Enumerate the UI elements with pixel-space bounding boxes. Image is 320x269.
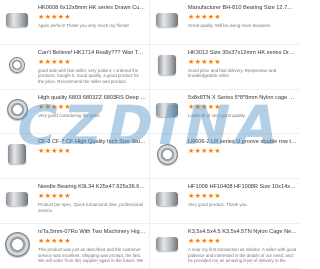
star-rating: ★★★★★ (188, 238, 221, 246)
product-thumbnail[interactable] (153, 141, 181, 167)
review-card[interactable]: 5x8x8TN X Series 5*8*8mm Nylon cage Cyli… (150, 89, 300, 135)
product-title-link[interactable]: Needle Bearing K9L34 K25x47.625x36.65 Lo… (38, 184, 146, 191)
product-title-link[interactable]: HF1008 HF10408 HF1008R Size 10x14x8mm... (188, 184, 297, 191)
review-card[interactable]: Manufacturer BH-810 Bearing Size 12.7...… (150, 0, 300, 45)
star-rating: ★★★★★ (188, 193, 221, 201)
review-comment: This product was just as described and t… (38, 247, 144, 264)
product-thumbnail[interactable] (3, 141, 31, 167)
review-card[interactable]: n/Ta,5mm-07Ru With Two Machinery High Qu… (0, 224, 150, 269)
ball-bearing-icon (9, 56, 25, 73)
review-comment: Very good considering the price. (38, 112, 101, 118)
review-grid: HK0608 6x12x8mm HK series Drawn Cup Nee.… (0, 0, 300, 269)
review-body: CF-3 CF-? CF High Quality Inch Size Stud… (38, 139, 146, 176)
needle-bearing-icon (158, 54, 176, 75)
star-rating: ★★★★★ (188, 103, 221, 111)
review-comment: Product per spec. Quick turnaround time,… (38, 202, 143, 213)
review-comment: Good price and fast delivery. Responsive… (188, 67, 277, 79)
needle-bearing-icon (156, 192, 178, 207)
review-card[interactable]: CF-3 CF-? CF High Quality Inch Size Stud… (0, 134, 150, 180)
star-rating: ★★★★★ (38, 193, 71, 201)
review-comment: Great quality. Will be doing more busine… (188, 23, 272, 28)
product-thumbnail[interactable] (153, 231, 181, 257)
product-title-link[interactable]: K3,5x4.5x4.5 K3,5x4.5TN Nylon Cage Nee..… (188, 229, 297, 236)
needle-bearing-icon (6, 13, 28, 27)
star-rating: ★★★★★ (38, 103, 71, 111)
needle-cage-icon (156, 237, 178, 252)
product-title-link[interactable]: 5x8x8TN X Series 5*8*8mm Nylon cage Cyli… (188, 95, 297, 102)
product-title-link[interactable]: HK0608 6x12x8mm HK series Drawn Cup Nee.… (38, 5, 146, 12)
product-title-link[interactable]: Can't Believe! HK1714 Really??? Wan Toda… (38, 50, 146, 57)
review-card[interactable]: HK3012 Size 30x37x12mm HK series Drawn C… (150, 44, 300, 90)
product-title-link[interactable]: Manufacturer BH-810 Bearing Size 12.7... (188, 5, 297, 12)
product-thumbnail[interactable] (153, 7, 181, 33)
ball-bearing-icon (4, 231, 30, 257)
review-body: High quality 6803 6803ZZ 6803RS Deep Gro… (38, 95, 146, 132)
product-thumbnail[interactable] (3, 97, 31, 123)
star-rating: ★★★★★ (188, 14, 221, 21)
needle-bearing-icon (156, 13, 178, 27)
product-thumbnail[interactable] (153, 186, 181, 212)
needle-cage-icon (6, 192, 28, 207)
review-body: n/Ta,5mm-07Ru With Two Machinery High Qu… (38, 229, 146, 266)
cam-follower-icon (8, 144, 26, 165)
review-card[interactable]: Can't Believe! HK1714 Really??? Wan Toda… (0, 44, 150, 90)
product-thumbnail[interactable] (153, 97, 181, 123)
review-card[interactable]: HF1008 HF10408 HF1008R Size 10x14x8mm...… (150, 179, 300, 225)
track-roller-icon (156, 143, 178, 165)
review-card[interactable]: K3,5x4.5x4.5 K3,5x4.5TN Nylon Cage Nee..… (150, 224, 300, 269)
star-rating: ★★★★★ (38, 238, 71, 246)
review-body: HF1008 HF10408 HF1008R Size 10x14x8mm...… (188, 184, 297, 221)
star-rating: ★★★★★ (38, 58, 71, 66)
review-body: 5x8x8TN X Series 5*8*8mm Nylon cage Cyli… (188, 95, 297, 132)
review-body: Can't Believe! HK1714 Really??? Wan Toda… (38, 50, 146, 87)
star-rating: ★★★★★ (38, 148, 71, 156)
product-thumbnail[interactable] (3, 186, 31, 212)
product-title-link[interactable]: HK3012 Size 30x37x12mm HK series Drawn C… (188, 50, 297, 57)
review-comment: A near my first transaction as initiator… (188, 247, 297, 264)
review-body: HK3012 Size 30x37x12mm HK series Drawn C… (188, 50, 297, 87)
product-thumbnail[interactable] (3, 231, 31, 257)
review-comment: Very good product. Thank you. (188, 202, 248, 208)
review-card[interactable]: High quality 6803 6803ZZ 6803RS Deep Gro… (0, 89, 150, 135)
product-thumbnail[interactable] (153, 52, 181, 78)
product-title-link[interactable]: CF-3 CF-? CF High Quality Inch Size Stud… (38, 139, 146, 146)
star-rating: ★★★★★ (188, 58, 221, 66)
product-title-link[interactable]: n/Ta,5mm-07Ru With Two Machinery High Qu… (38, 229, 146, 236)
product-thumbnail[interactable] (3, 7, 31, 33)
product-thumbnail[interactable] (3, 52, 31, 78)
review-body: HK0608 6x12x8mm HK series Drawn Cup Nee.… (38, 5, 146, 42)
review-card[interactable]: Needle Bearing K9L34 K25x47.625x36.65 Lo… (0, 179, 150, 225)
review-body: K3,5x4.5x4.5 K3,5x4.5TN Nylon Cage Nee..… (188, 229, 297, 266)
review-comment: good sale with fast seller, very patient… (38, 67, 139, 84)
review-comment: Again perfect! Thank you very much my fr… (38, 23, 129, 28)
review-body: Manufacturer BH-810 Bearing Size 12.7...… (188, 5, 297, 42)
review-body: Needle Bearing K9L34 K25x47.625x36.65 Lo… (38, 184, 146, 221)
review-card[interactable]: HK0608 6x12x8mm HK series Drawn Cup Nee.… (0, 0, 150, 45)
review-body: LR606-2 LR series U groove double row tr… (188, 139, 297, 176)
review-comment: Looks ok of very good quality. (188, 112, 246, 118)
product-title-link[interactable]: LR606-2 LR series U groove double row tr… (188, 139, 297, 146)
ball-bearing-icon (6, 99, 28, 121)
review-card[interactable]: LR606-2 LR series U groove double row tr… (150, 134, 300, 180)
star-rating: ★★★★★ (38, 14, 71, 21)
star-rating: ★★★★★ (188, 148, 221, 156)
product-title-link[interactable]: High quality 6803 6803ZZ 6803RS Deep Gro… (38, 95, 146, 102)
roller-bearing-icon (156, 102, 178, 117)
